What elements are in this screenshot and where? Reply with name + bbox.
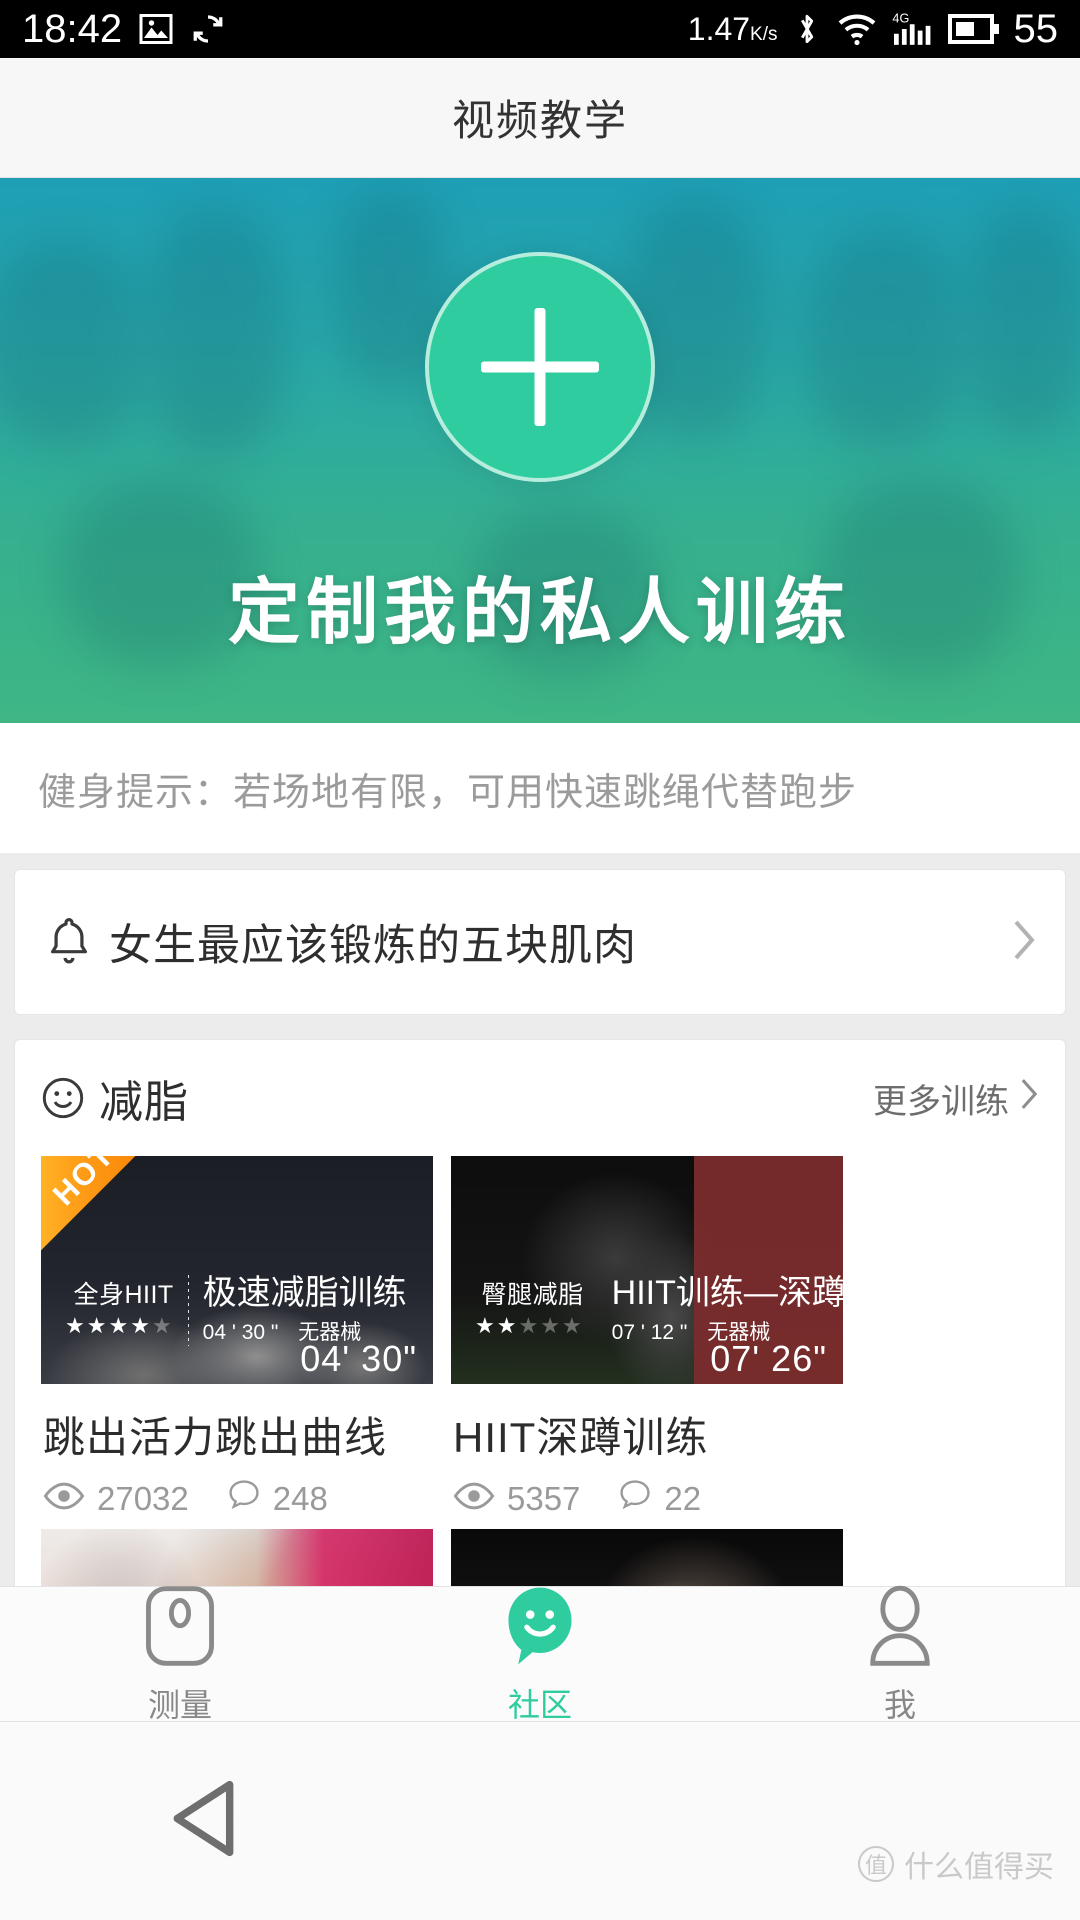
scale-icon <box>141 1583 219 1674</box>
status-bar-right: 1.47 K/s 4G 55 <box>688 9 1058 49</box>
comment-count-group: 22 <box>618 1479 701 1519</box>
more-trainings-button[interactable]: 更多训练 <box>873 1074 1039 1123</box>
network-speed: 1.47 K/s <box>688 13 778 45</box>
page-title: 视频教学 <box>451 97 628 144</box>
comment-count: 22 <box>664 1480 702 1517</box>
svg-text:4G: 4G <box>892 12 909 26</box>
battery-percent: 55 <box>1013 7 1059 51</box>
video-stats: 5357 22 <box>453 1479 843 1519</box>
video-category: 臀腿减脂 <box>481 1281 584 1310</box>
view-count: 27032 <box>97 1480 189 1517</box>
wifi-icon <box>836 12 878 46</box>
overlay-left: 全身HIIT ★★★★★ <box>65 1281 188 1339</box>
chevron-right-icon <box>1019 1077 1039 1120</box>
video-card[interactable]: 臀腿减脂 ★★★★★ HIIT训练—深蹲 07 ' 12 " 无器械 07' 2… <box>451 1156 843 1519</box>
video-thumbnail[interactable]: HOT 全身HIIT ★★★★★ 极速减脂训练 04 ' 30 " 无器械 04… <box>41 1156 433 1384</box>
fitness-tip: 健身提示：若场地有限，可用快速跳绳代替跑步 <box>0 723 1080 853</box>
thumbnail-overlay: 臀腿减脂 ★★★★★ HIIT训练—深蹲 07 ' 12 " 无器械 <box>451 1273 843 1346</box>
video-program-name: 极速减脂训练 <box>202 1273 407 1312</box>
more-trainings-label: 更多训练 <box>873 1082 1009 1121</box>
rating-stars: ★★★★★ <box>65 1313 174 1339</box>
back-triangle-icon[interactable] <box>168 1778 242 1865</box>
chevron-right-icon <box>1011 918 1037 967</box>
notice-row[interactable]: 女生最应该锻炼的五块肌肉 <box>14 869 1066 1015</box>
comment-icon <box>618 1479 652 1519</box>
tab-community-label: 社区 <box>507 1686 572 1723</box>
comment-count-group: 248 <box>227 1479 328 1519</box>
view-count: 5357 <box>507 1480 581 1517</box>
section-header: 减脂 更多训练 <box>15 1040 1065 1156</box>
notice-text: 女生最应该锻炼的五块肌肉 <box>109 922 637 970</box>
overlay-right: HIIT训练—深蹲 07 ' 12 " 无器械 <box>598 1273 843 1346</box>
network-speed-value: 1.47 <box>687 11 751 47</box>
view-count-group: 5357 <box>453 1480 580 1518</box>
title-bar: 视频教学 <box>0 58 1080 178</box>
hero-slogan: 定制我的私人训练 <box>227 573 852 653</box>
image-icon <box>138 11 174 47</box>
video-card[interactable]: HOT 全身HIIT ★★★★★ 极速减脂训练 04 ' 30 " 无器械 04… <box>41 1156 433 1519</box>
video-program-name: HIIT训练—深蹲 <box>611 1273 843 1312</box>
status-time: 18:42 <box>22 7 123 51</box>
bell-icon <box>43 914 95 970</box>
sync-icon <box>190 11 226 47</box>
signal-4g-icon: 4G <box>892 10 934 48</box>
video-title: 跳出活力跳出曲线 <box>43 1414 388 1461</box>
video-stats: 27032 248 <box>43 1479 433 1519</box>
video-category: 全身HIIT <box>73 1281 174 1310</box>
overlay-right: 极速减脂训练 04 ' 30 " 无器械 <box>189 1273 407 1346</box>
battery-icon <box>947 13 1000 45</box>
tab-measure[interactable]: 测量 <box>0 1583 360 1726</box>
fitness-tip-text: 健身提示：若场地有限，可用快速跳绳代替跑步 <box>38 771 858 814</box>
video-duration-badge: 04' 30" <box>300 1338 417 1379</box>
status-bar-left: 18:42 <box>22 9 226 49</box>
smiley-icon <box>41 1076 85 1120</box>
video-title: HIIT深蹲训练 <box>453 1414 709 1461</box>
section-title: 减脂 <box>99 1078 189 1127</box>
comment-count: 248 <box>272 1480 328 1517</box>
video-duration-small: 07 ' 12 " <box>611 1321 688 1344</box>
status-bar: 18:42 1.47 K/s 4G 55 <box>0 0 1080 58</box>
rating-stars: ★★★★★ <box>475 1313 584 1339</box>
watermark-text: 什么值得买 <box>904 1851 1054 1884</box>
tab-profile-label: 我 <box>883 1686 916 1723</box>
android-navigation-bar: 值 什么值得买 <box>0 1722 1080 1920</box>
thumbnail-overlay: 全身HIIT ★★★★★ 极速减脂训练 04 ' 30 " 无器械 <box>41 1273 433 1346</box>
eye-icon <box>43 1480 85 1518</box>
bluetooth-icon <box>792 10 822 48</box>
network-speed-unit: K/s <box>750 24 778 45</box>
comment-icon <box>227 1479 261 1519</box>
video-duration-badge: 07' 26" <box>710 1338 827 1379</box>
tab-profile[interactable]: 我 <box>720 1583 1080 1726</box>
tab-community[interactable]: 社区 <box>360 1583 720 1726</box>
overlay-left: 臀腿减脂 ★★★★★ <box>475 1281 598 1339</box>
bottom-tab-bar: 测量 社区 我 <box>0 1585 1080 1723</box>
person-icon <box>861 1583 939 1674</box>
video-duration-small: 04 ' 30 " <box>202 1321 279 1344</box>
video-thumbnail[interactable]: 臀腿减脂 ★★★★★ HIIT训练—深蹲 07 ' 12 " 无器械 07' 2… <box>451 1156 843 1384</box>
plus-icon[interactable] <box>425 252 655 482</box>
watermark-mark: 值 <box>858 1846 894 1882</box>
community-smiley-icon <box>499 1583 581 1674</box>
eye-icon <box>453 1480 495 1518</box>
watermark: 值 什么值得买 <box>858 1842 1054 1886</box>
tab-measure-label: 测量 <box>147 1686 212 1723</box>
view-count-group: 27032 <box>43 1480 189 1518</box>
hero-banner[interactable]: 定制我的私人训练 <box>0 178 1080 723</box>
